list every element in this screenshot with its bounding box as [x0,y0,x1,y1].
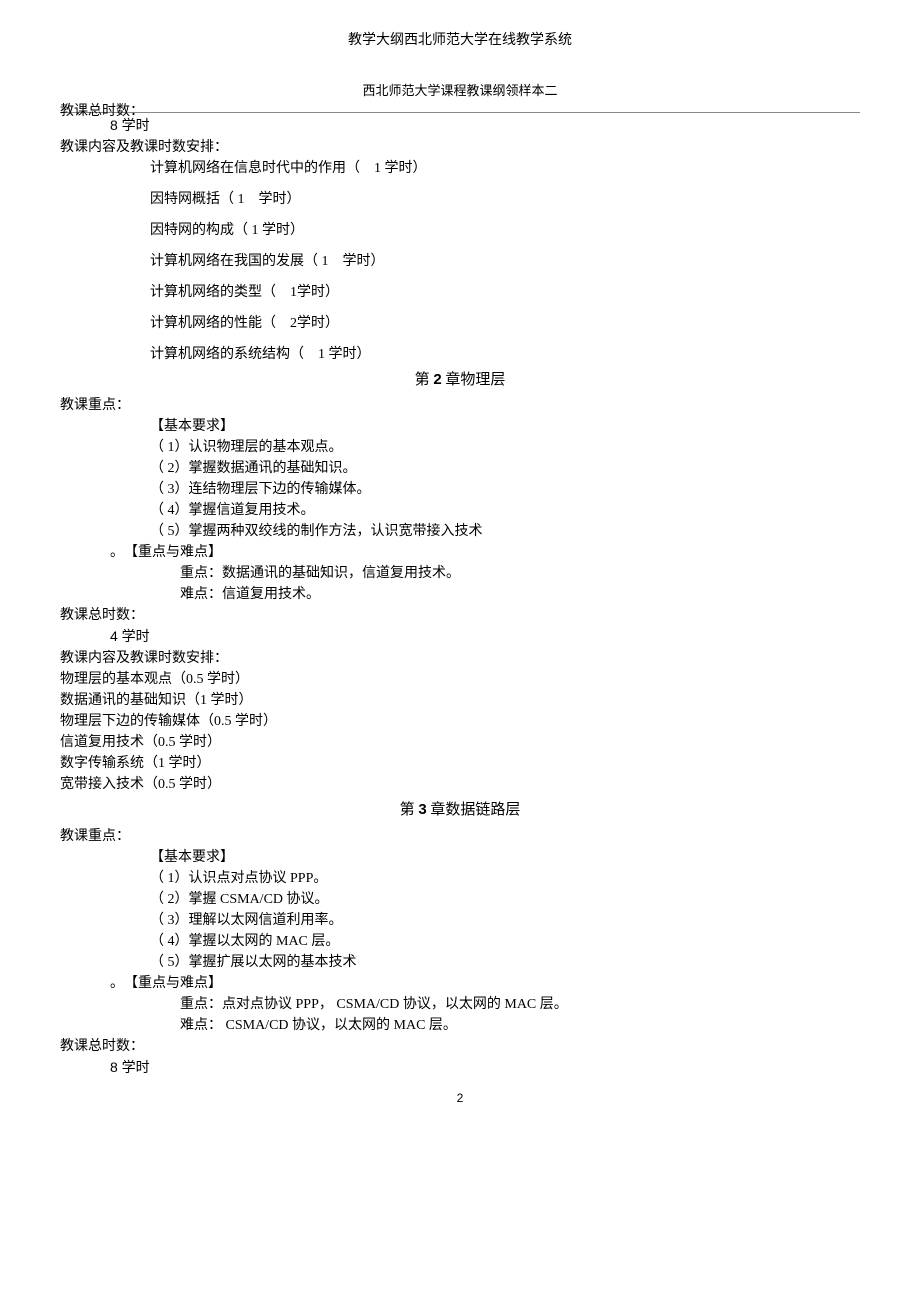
schedule-item: 因特网概括（ 1 学时） [60,189,860,210]
content-item: 数据通讯的基础知识（1 学时） [60,690,860,711]
schedule-item: 计算机网络的类型（ 1学时） [60,282,860,303]
requirement-item: （ 2）掌握 CSMA/CD 协议。 [60,889,860,910]
key-difficulty-2: 难点：信道复用技术。 [60,584,860,605]
chapter-3-title: 第 3 章数据链路层 [60,799,860,822]
document-sub-title: 西北师范大学课程教课纲领样本二 [60,81,860,101]
content-item: 物理层下边的传输媒体（0.5 学时） [60,711,860,732]
content-schedule-label-1: 教课内容及教课时数安排： [60,137,860,158]
schedule-item: 因特网的构成（ 1 学时） [60,220,860,241]
content-schedule-label-2: 教课内容及教课时数安排： [60,648,860,669]
content-item: 物理层的基本观点（0.5 学时） [60,669,860,690]
total-hours-value-3: 8 学时 [60,1057,860,1079]
total-hours-value-2: 4 学时 [60,626,860,648]
requirement-item: （ 3）连结物理层下边的传输媒体。 [60,479,860,500]
basic-requirements-label-3: 【基本要求】 [60,847,860,868]
document-header-title: 教学大纲西北师范大学在线教学系统 [60,30,860,51]
key-focus-3: 重点：点对点协议 PPP， CSMA/CD 协议，以太网的 MAC 层。 [60,994,860,1015]
page-number: 2 [60,1089,860,1107]
requirement-item: （ 5）掌握两种双绞线的制作方法，认识宽带接入技术 [60,521,860,542]
requirement-item: （ 5）掌握扩展以太网的基本技术 [60,952,860,973]
requirement-item: （ 4）掌握信道复用技术。 [60,500,860,521]
requirement-item: （ 3）理解以太网信道利用率。 [60,910,860,931]
total-hours-value-1: 8 学时 [60,115,860,137]
key-focus-2: 重点：数据通讯的基础知识，信道复用技术。 [60,563,860,584]
requirement-item: （ 4）掌握以太网的 MAC 层。 [60,931,860,952]
focus-label-3: 教课重点： [60,826,860,847]
key-difficulty-line-2: 。【重点与难点】 [60,542,860,563]
schedule-item: 计算机网络在信息时代中的作用（ 1 学时） [60,158,860,179]
key-difficulty-line-3: 。【重点与难点】 [60,973,860,994]
content-item: 信道复用技术（0.5 学时） [60,732,860,753]
schedule-item: 计算机网络的系统结构（ 1 学时） [60,344,860,365]
schedule-item: 计算机网络在我国的发展（ 1 学时） [60,251,860,272]
requirement-item: （ 1）认识点对点协议 PPP。 [60,868,860,889]
chapter-2-title: 第 2 章物理层 [60,369,860,392]
total-hours-label-2: 教课总时数： [60,605,860,626]
total-hours-label-3: 教课总时数： [60,1036,860,1057]
divider-line [60,112,860,113]
focus-label-2: 教课重点： [60,395,860,416]
basic-requirements-label-2: 【基本要求】 [60,416,860,437]
content-item: 宽带接入技术（0.5 学时） [60,774,860,795]
requirement-item: （ 1）认识物理层的基本观点。 [60,437,860,458]
requirement-item: （ 2）掌握数据通讯的基础知识。 [60,458,860,479]
key-difficulty-3: 难点： CSMA/CD 协议，以太网的 MAC 层。 [60,1015,860,1036]
content-item: 数字传输系统（1 学时） [60,753,860,774]
schedule-item: 计算机网络的性能（ 2学时） [60,313,860,334]
